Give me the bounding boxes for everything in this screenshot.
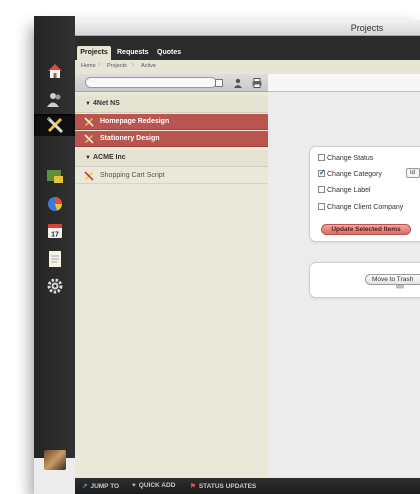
change-client-checkbox[interactable] (318, 203, 325, 210)
group-label: 4Net NS (93, 100, 120, 107)
batch-edit-panel: Change Status Change Category Change Lab… (309, 146, 420, 242)
project-icon (84, 134, 94, 144)
title-bar: Projects (34, 20, 420, 36)
jump-to-button[interactable]: ↗ JUMP TO (82, 482, 119, 490)
change-category-checkbox[interactable] (318, 168, 326, 177)
status-updates-label: STATUS UPDATES (198, 483, 257, 490)
category-select[interactable]: Id (406, 168, 420, 178)
list-item-label: Homepage Redesign (100, 118, 170, 125)
move-to-trash-button[interactable]: Move to Trash (365, 274, 420, 285)
update-selected-button[interactable]: Update Selected Items (321, 224, 411, 235)
status-updates-button[interactable]: ⚑ STATUS UPDATES (190, 482, 256, 490)
jump-arrow-icon: ↗ (82, 483, 88, 490)
list-item-label: Shopping Cart Script (100, 172, 165, 179)
projects-icon[interactable] (34, 114, 75, 136)
window-title: Projects (350, 23, 384, 33)
main-toolbar (268, 74, 420, 92)
caret-down-icon: ▼ (85, 101, 91, 107)
change-client-label: Change Client Company (327, 204, 404, 211)
change-category-option[interactable]: Change Category (318, 168, 382, 180)
breadcrumb-separator: › (98, 62, 100, 68)
breadcrumb-separator: › (132, 62, 134, 68)
change-label-label: Change Label (327, 187, 371, 194)
change-label-option[interactable]: Change Label (318, 186, 371, 196)
flag-icon: ⚑ (190, 483, 196, 490)
project-icon (84, 171, 94, 181)
group-label: ACME Inc (93, 154, 126, 161)
person-filter-icon[interactable] (232, 77, 244, 89)
tab-requests[interactable]: Requests (117, 46, 149, 60)
change-status-label: Change Status (327, 155, 374, 162)
chart-icon[interactable] (42, 193, 68, 215)
change-client-option[interactable]: Change Client Company (318, 203, 403, 213)
quick-add-button[interactable]: + QUICK ADD (132, 482, 175, 489)
notes-icon[interactable] (42, 248, 68, 270)
settings-icon[interactable] (42, 275, 68, 297)
change-label-checkbox[interactable] (318, 186, 325, 193)
tab-projects[interactable]: Projects (77, 46, 111, 60)
change-status-checkbox[interactable] (318, 154, 325, 161)
change-category-label: Change Category (327, 171, 382, 178)
user-avatar[interactable] (44, 450, 66, 470)
breadcrumb: Home › Projects › Active (75, 60, 420, 74)
icon-sidebar: 17 (34, 16, 75, 470)
plus-icon: + (132, 482, 136, 489)
tab-quotes[interactable]: Quotes (157, 46, 181, 60)
jump-to-label: JUMP TO (90, 483, 120, 490)
contacts-icon[interactable] (42, 89, 68, 111)
trash-panel: Move to Trash (309, 262, 420, 298)
breadcrumb-projects[interactable]: Projects (107, 63, 127, 69)
change-status-option[interactable]: Change Status (318, 154, 373, 164)
breadcrumb-home[interactable]: Home (81, 63, 96, 69)
select-all-icon[interactable] (213, 77, 225, 89)
caret-down-icon: ▼ (85, 155, 91, 161)
quick-add-label: QUICK ADD (138, 482, 176, 489)
breadcrumb-active: Active (141, 63, 156, 69)
reports-icon[interactable] (42, 165, 68, 187)
print-icon[interactable] (251, 77, 263, 89)
calendar-day: 17 (51, 232, 59, 239)
search-input[interactable] (85, 77, 217, 88)
home-icon[interactable] (42, 60, 68, 82)
bottom-bar: ↗ JUMP TO + QUICK ADD ⚑ STATUS UPDATES (75, 478, 420, 494)
project-icon (84, 117, 94, 127)
calendar-icon[interactable]: 17 (42, 220, 68, 242)
list-item-label: Stationery Design (100, 135, 160, 142)
